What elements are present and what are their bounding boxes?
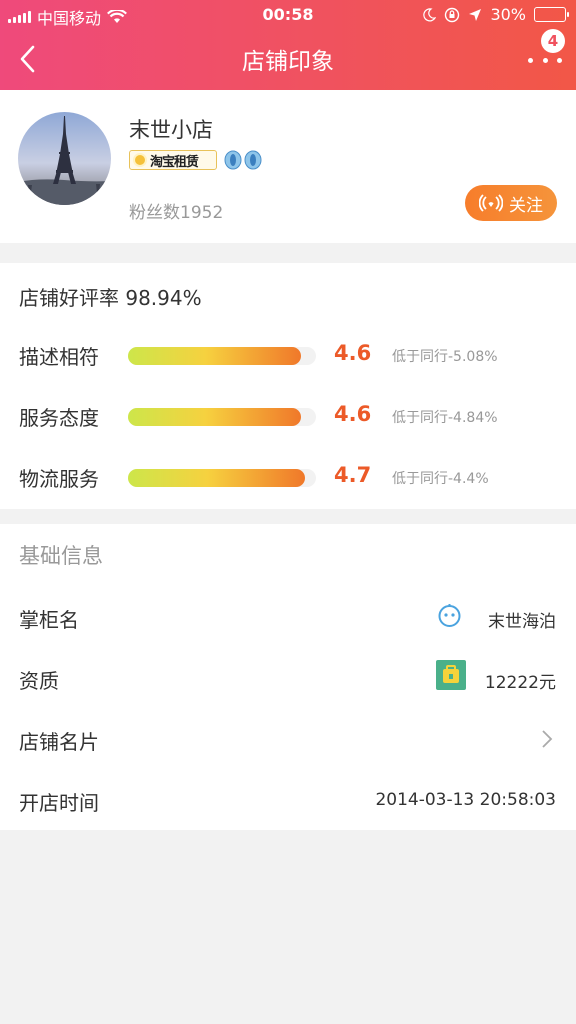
rating-track bbox=[128, 469, 316, 487]
good-rate-value: 98.94% bbox=[125, 286, 202, 310]
status-right: 30% bbox=[422, 5, 569, 24]
smiley-icon[interactable] bbox=[437, 603, 462, 628]
rating-track bbox=[128, 347, 316, 365]
rating-compare: 低于同行-4.4% bbox=[392, 471, 489, 487]
info-row-shopkeeper[interactable]: 掌柜名 末世海泊 bbox=[0, 586, 576, 646]
rating-row-service: 服务态度 4.6 低于同行-4.84% bbox=[0, 399, 576, 433]
fans-count: 粉丝数1952 bbox=[129, 203, 224, 223]
more-dot-icon bbox=[542, 57, 548, 63]
badge-label: 淘宝租赁 bbox=[150, 154, 199, 170]
battery-percent: 30% bbox=[490, 5, 526, 24]
deposit-icon bbox=[436, 660, 466, 690]
shop-level-crowns bbox=[224, 150, 262, 170]
open-time-value: 2014-03-13 20:58:03 bbox=[375, 790, 556, 810]
rating-compare: 低于同行-5.08% bbox=[392, 349, 498, 365]
follow-label: 关注 bbox=[509, 195, 543, 216]
rotation-lock-icon bbox=[445, 7, 460, 22]
rating-score: 4.6 bbox=[334, 402, 372, 426]
rating-compare: 低于同行-4.84% bbox=[392, 410, 498, 426]
shopkeeper-name: 末世海泊 bbox=[488, 612, 556, 632]
rating-label: 物流服务 bbox=[19, 467, 99, 491]
blue-crown-icon bbox=[224, 150, 242, 170]
rating-bar bbox=[128, 469, 305, 487]
info-label: 资质 bbox=[19, 669, 59, 693]
battery-icon bbox=[534, 7, 569, 22]
info-label: 掌柜名 bbox=[19, 608, 79, 632]
info-label: 店铺名片 bbox=[19, 730, 99, 754]
more-button[interactable] bbox=[528, 50, 562, 70]
status-bar: 中国移动 00:58 30% bbox=[0, 0, 576, 30]
more-dot-icon bbox=[557, 57, 562, 63]
rating-label: 服务态度 bbox=[19, 406, 99, 430]
section-title: 基础信息 bbox=[19, 544, 103, 568]
rating-score: 4.7 bbox=[334, 463, 372, 487]
moon-icon bbox=[423, 7, 437, 21]
rating-row-logistics: 物流服务 4.7 低于同行-4.4% bbox=[0, 460, 576, 494]
info-row-open-time: 开店时间 2014-03-13 20:58:03 bbox=[0, 769, 576, 829]
rating-label: 描述相符 bbox=[19, 345, 99, 369]
info-row-business-card[interactable]: 店铺名片 bbox=[0, 708, 576, 768]
rating-score: 4.6 bbox=[334, 341, 372, 365]
shop-card: 末世小店 淘宝租赁 粉丝数1952 关注 bbox=[0, 90, 576, 243]
qualification-value: 12222元 bbox=[484, 673, 556, 693]
good-rate: 店铺好评率 98.94% bbox=[19, 282, 202, 311]
message-count-badge[interactable]: 4 bbox=[541, 29, 565, 53]
blue-crown-icon bbox=[244, 150, 262, 170]
rating-track bbox=[128, 408, 316, 426]
location-arrow-icon bbox=[469, 8, 482, 21]
signal-wave-icon bbox=[479, 194, 503, 212]
page-title: 店铺印象 bbox=[242, 49, 334, 75]
taobao-rental-badge: 淘宝租赁 bbox=[129, 150, 217, 170]
rating-bar bbox=[128, 408, 301, 426]
eiffel-tower-image bbox=[18, 112, 111, 205]
coin-icon bbox=[133, 153, 147, 167]
more-dot-icon bbox=[528, 57, 533, 63]
shop-avatar[interactable] bbox=[18, 112, 111, 205]
rating-row-description: 描述相符 4.6 低于同行-5.08% bbox=[0, 338, 576, 372]
follow-button[interactable]: 关注 bbox=[465, 185, 557, 221]
info-row-qualification[interactable]: 资质 12222元 bbox=[0, 647, 576, 707]
shop-name: 末世小店 bbox=[129, 118, 213, 142]
app-header: 中国移动 00:58 30% 店铺印象 4 bbox=[0, 0, 576, 90]
good-rate-label: 店铺好评率 bbox=[19, 286, 119, 310]
basic-info-section: 基础信息 掌柜名 末世海泊 资质 12222元 店铺名片 开店时间 2014-0… bbox=[0, 524, 576, 830]
chevron-right-icon[interactable] bbox=[540, 728, 554, 750]
rating-bar bbox=[128, 347, 301, 365]
ratings-section: 店铺好评率 98.94% 描述相符 4.6 低于同行-5.08% 服务态度 4.… bbox=[0, 263, 576, 509]
info-label: 开店时间 bbox=[19, 791, 99, 815]
